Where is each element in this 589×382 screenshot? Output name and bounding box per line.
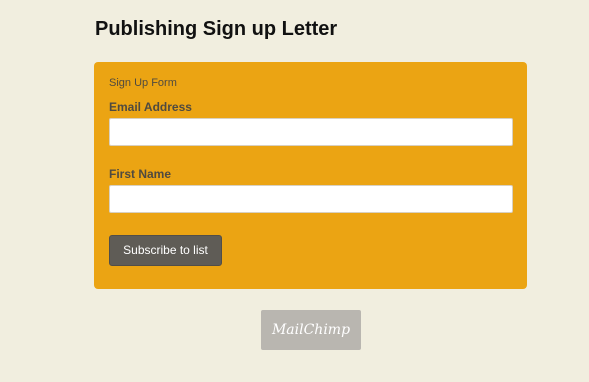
- first-name-label: First Name: [109, 167, 172, 181]
- form-caption: Sign Up Form: [109, 77, 177, 89]
- email-field[interactable]: [109, 118, 513, 146]
- subscribe-button[interactable]: Subscribe to list: [109, 235, 222, 266]
- signup-form-panel: Sign Up Form Email Address First Name Su…: [94, 62, 527, 289]
- mailchimp-logo: MailChimp: [271, 322, 351, 338]
- page-title: Publishing Sign up Letter: [95, 18, 338, 40]
- first-name-field[interactable]: [109, 185, 513, 213]
- mailchimp-badge[interactable]: MailChimp: [261, 310, 361, 350]
- email-label: Email Address: [109, 100, 192, 114]
